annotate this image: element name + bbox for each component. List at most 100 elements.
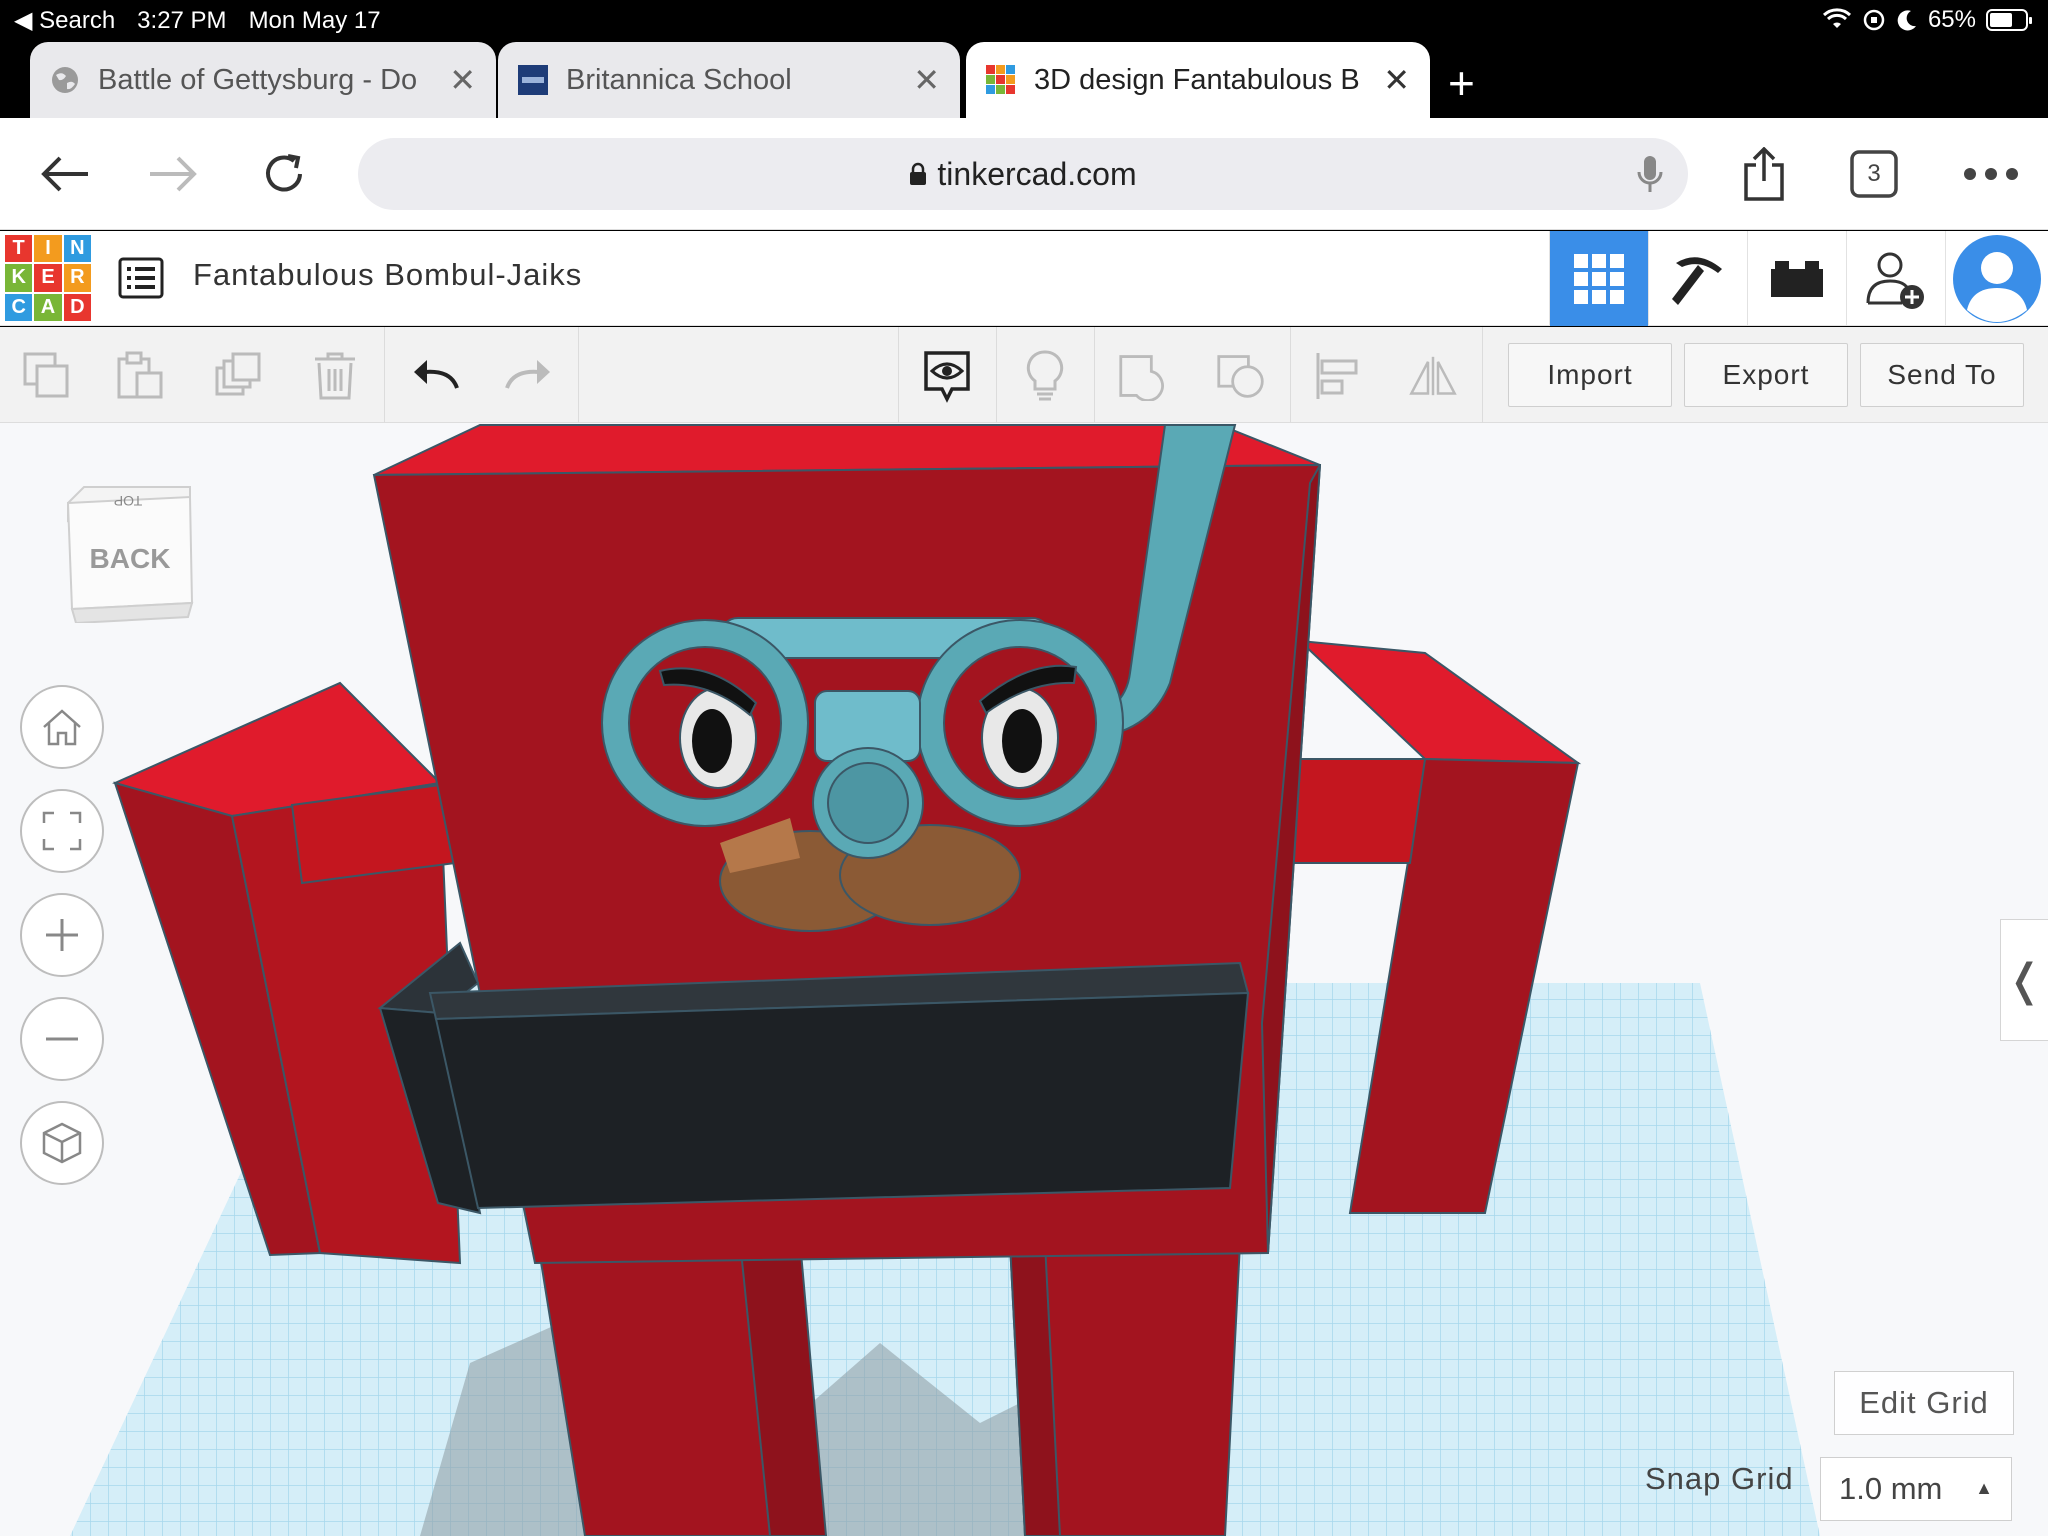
delete-button[interactable] [310,351,360,401]
minus-icon [46,1037,78,1041]
status-bar: ◀ Search 3:27 PM Mon May 17 65% [0,0,2048,38]
wifi-icon [1822,8,1851,28]
back-app-label: Search [39,7,116,34]
browser-tab-tinkercad[interactable]: 3D design Fantabulous B ✕ [966,42,1430,118]
3d-design-view-button[interactable] [1549,231,1648,326]
design-name[interactable]: Fantabulous Bombul-Jaiks [193,257,582,293]
tinkercad-logo[interactable]: TIN KER CAD [5,235,91,321]
battery-icon [1986,9,2032,31]
view-cube[interactable]: TOP BACK [62,481,198,623]
bricks-view-button[interactable] [1747,231,1846,326]
logo-letter: R [63,264,91,292]
logo-letter: I [34,235,62,263]
close-tab-icon[interactable]: ✕ [449,61,476,99]
group-button[interactable] [1118,351,1168,401]
edit-grid-button[interactable]: Edit Grid [1834,1371,2014,1435]
home-icon [43,709,81,746]
more-options-button[interactable] [1956,146,2026,202]
logo-letter: C [5,293,33,321]
new-tab-button[interactable]: + [1448,56,1475,110]
grid-icon [1574,253,1624,304]
tab-title: Britannica School [566,63,792,96]
cube-icon [42,1122,82,1164]
status-time: 3:27 PM [137,6,227,34]
ungroup-button[interactable] [1216,351,1266,401]
brick-icon [1771,260,1823,297]
fit-view-button[interactable] [20,789,104,873]
trash-icon [315,352,355,400]
view-cube-top-label: TOP [114,493,143,509]
paste-button[interactable] [115,351,165,401]
browser-tab-strip: Battle of Gettysburg - Do ✕ Britannica S… [0,38,2048,118]
import-button[interactable]: Import [1508,343,1672,407]
snap-grid-label: Snap Grid [1645,1461,1794,1496]
left-arm[interactable] [112,681,462,1265]
logo-letter: K [5,264,33,292]
duplicate-button[interactable] [214,351,264,401]
design-scene[interactable] [0,423,2048,1536]
home-view-button[interactable] [20,685,104,769]
group-icon [1119,355,1164,401]
tinkercad-header: TIN KER CAD Fantabulous Bombul-Jaiks [0,231,2048,326]
panel-collapse-tab[interactable]: ❬ [2000,919,2048,1041]
right-leg[interactable] [1008,1242,1242,1536]
perspective-toggle-button[interactable] [20,1101,104,1185]
invite-user-button[interactable] [1846,231,1945,326]
copy-button[interactable] [22,351,72,401]
avatar-icon [1953,234,2041,323]
chevron-left-icon: ❬ [2006,955,2043,1005]
url-text: tinkercad.com [937,155,1137,192]
zoom-in-button[interactable] [20,893,104,977]
lock-icon [910,162,927,185]
export-button[interactable]: Export [1684,343,1848,407]
toolbar-divider [384,327,385,423]
redo-icon [505,360,550,389]
clipboard-icon [117,351,163,399]
address-bar[interactable]: tinkercad.com [358,138,1688,210]
ungroup-icon [1217,355,1264,398]
pickaxe-icon [1672,256,1722,305]
tab-title: Battle of Gettysburg - Do [98,63,418,96]
3d-workplane[interactable]: TOP BACK ❬ Edit Grid Snap Grid 1.0 mm ▲ [0,423,2048,1536]
design-list-icon[interactable] [118,255,164,301]
close-tab-icon[interactable]: ✕ [913,61,940,99]
arrow-left-icon [41,156,88,192]
align-icon [1316,353,1358,399]
reload-button[interactable] [256,146,312,202]
close-tab-icon[interactable]: ✕ [1383,61,1410,99]
toolbar-divider [898,327,899,423]
snap-grid-select[interactable]: 1.0 mm ▲ [1820,1457,2012,1521]
forward-button[interactable] [146,146,202,202]
undo-button[interactable] [410,351,460,401]
lightbulb-icon [1026,350,1064,401]
microphone-icon[interactable] [1636,154,1664,194]
redo-button[interactable] [504,351,554,401]
back-button[interactable] [36,146,92,202]
logo-letter: D [63,293,91,321]
eye-comment-icon [924,351,970,403]
mirror-button[interactable] [1408,351,1458,401]
tab-overview-button[interactable]: 3 [1846,146,1902,202]
blocks-view-button[interactable] [1648,231,1747,326]
status-date: Mon May 17 [248,6,381,34]
send-to-button[interactable]: Send To [1860,343,2024,407]
toolbar-divider [578,327,579,423]
notes-visibility-button[interactable] [922,351,972,403]
tinkercad-favicon [986,65,1015,94]
battery-percent: 65% [1927,6,1976,33]
browser-tab-gettysburg[interactable]: Battle of Gettysburg - Do ✕ [30,42,496,118]
logo-letter: E [34,264,62,292]
snap-grid-value: 1.0 mm [1839,1471,1943,1506]
orientation-lock-icon [1863,9,1885,31]
left-leg[interactable] [536,1239,828,1536]
user-profile-button[interactable] [1945,231,2048,326]
share-button[interactable] [1736,146,1792,202]
tab-title: 3D design Fantabulous B [1034,63,1360,96]
hint-button[interactable] [1020,350,1070,401]
zoom-out-button[interactable] [20,997,104,1081]
back-to-app-link[interactable]: ◀ Search [14,6,115,35]
align-button[interactable] [1314,351,1364,401]
add-user-icon [1866,252,1924,309]
browser-tab-britannica[interactable]: Britannica School ✕ [498,42,960,118]
view-cube-face-label: BACK [90,543,171,574]
